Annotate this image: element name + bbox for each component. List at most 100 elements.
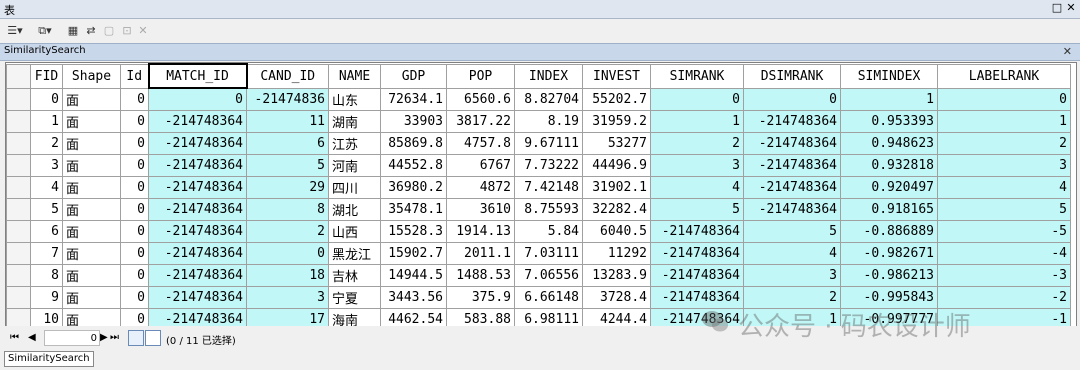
- row-selector[interactable]: [6, 220, 31, 243]
- table-cell[interactable]: 1: [650, 110, 744, 133]
- table-cell[interactable]: -214748364: [148, 264, 247, 287]
- table-cell[interactable]: -214748364: [650, 264, 744, 287]
- table-cell[interactable]: 面: [62, 110, 121, 133]
- table-cell[interactable]: -214748364: [743, 154, 841, 177]
- table-cell[interactable]: 4: [937, 176, 1071, 199]
- table-cell[interactable]: 2: [650, 132, 744, 155]
- table-cell[interactable]: 8.75593: [514, 198, 583, 221]
- row-selector[interactable]: [6, 87, 31, 111]
- table-cell[interactable]: 53277: [582, 132, 651, 155]
- table-cell[interactable]: -3: [937, 264, 1071, 287]
- table-cell[interactable]: 海南: [328, 308, 381, 326]
- table-cell[interactable]: 31959.2: [582, 110, 651, 133]
- table-cell[interactable]: 8.19: [514, 110, 583, 133]
- table-cell[interactable]: 5.84: [514, 220, 583, 243]
- row-selector[interactable]: [6, 242, 31, 265]
- table-cell[interactable]: 33903: [380, 110, 447, 133]
- table-cell[interactable]: 0: [743, 87, 841, 111]
- table-cell[interactable]: 7: [30, 242, 63, 265]
- table-cell[interactable]: 0: [148, 87, 247, 111]
- table-cell[interactable]: -214748364: [743, 132, 841, 155]
- table-cell[interactable]: 0: [120, 110, 149, 133]
- table-row[interactable]: 5 面 0 -214748364 8 湖北 35478.1 3610 8.75593 32282.…: [6, 198, 1071, 221]
- column-header[interactable]: SIMRANK: [650, 63, 744, 89]
- table-cell[interactable]: 0: [120, 176, 149, 199]
- column-header[interactable]: SIMINDEX: [840, 63, 938, 89]
- table-cell[interactable]: 5: [30, 198, 63, 221]
- table-cell[interactable]: 5: [743, 220, 841, 243]
- table-cell[interactable]: 583.88: [446, 308, 515, 326]
- table-cell[interactable]: -214748364: [650, 286, 744, 309]
- table-cell[interactable]: 河南: [328, 154, 381, 177]
- table-cell[interactable]: 1488.53: [446, 264, 515, 287]
- table-cell[interactable]: 0: [650, 87, 744, 111]
- table-cell[interactable]: 四川: [328, 176, 381, 199]
- column-header[interactable]: INVEST: [582, 63, 651, 89]
- table-cell[interactable]: 0.948623: [840, 132, 938, 155]
- table-cell[interactable]: 44552.8: [380, 154, 447, 177]
- table-row[interactable]: 4 面 0 -214748364 29 四川 36980.2 4872 7.42148 31902…: [6, 176, 1071, 199]
- table-cell[interactable]: -214748364: [743, 198, 841, 221]
- table-cell[interactable]: 0: [246, 242, 329, 265]
- table-row[interactable]: 6 面 0 -214748364 2 山西 15528.3 1914.13 5.84 6040.5…: [6, 220, 1071, 243]
- table-cell[interactable]: 0: [30, 87, 63, 111]
- table-cell[interactable]: 36980.2: [380, 176, 447, 199]
- table-cell[interactable]: 面: [62, 176, 121, 199]
- column-header[interactable]: DSIMRANK: [743, 63, 841, 89]
- column-header[interactable]: FID: [30, 63, 63, 89]
- table-cell[interactable]: 0.953393: [840, 110, 938, 133]
- table-cell[interactable]: 29: [246, 176, 329, 199]
- table-cell[interactable]: 7.06556: [514, 264, 583, 287]
- table-cell[interactable]: 85869.8: [380, 132, 447, 155]
- table-cell[interactable]: 17: [246, 308, 329, 326]
- close-tab-icon[interactable]: ✕: [1063, 45, 1072, 58]
- table-cell[interactable]: 宁夏: [328, 286, 381, 309]
- table-cell[interactable]: 6.98111: [514, 308, 583, 326]
- table-cell[interactable]: 14944.5: [380, 264, 447, 287]
- row-selector[interactable]: [6, 308, 31, 326]
- zoom-selected-icon[interactable]: ⊡: [120, 24, 134, 38]
- table-cell[interactable]: 0: [120, 198, 149, 221]
- table-cell[interactable]: 面: [62, 132, 121, 155]
- table-cell[interactable]: -214748364: [148, 110, 247, 133]
- table-cell[interactable]: 3610: [446, 198, 515, 221]
- table-row[interactable]: 8 面 0 -214748364 18 吉林 14944.5 1488.53 7.06556 13…: [6, 264, 1071, 287]
- table-cell[interactable]: -4: [937, 242, 1071, 265]
- table-row[interactable]: 7 面 0 -214748364 0 黑龙江 15902.7 2011.1 7.03111 112…: [6, 242, 1071, 265]
- table-cell[interactable]: 1914.13: [446, 220, 515, 243]
- related-tables-icon[interactable]: ⧉▾: [36, 24, 54, 38]
- table-cell[interactable]: 面: [62, 286, 121, 309]
- table-row[interactable]: 0 面 0 0 -21474836 山东 72634.1 6560.6 8.82704 55202…: [6, 87, 1071, 111]
- table-cell[interactable]: 面: [62, 242, 121, 265]
- row-selector[interactable]: [6, 264, 31, 287]
- table-cell[interactable]: 55202.7: [582, 87, 651, 111]
- table-cell[interactable]: 3: [937, 154, 1071, 177]
- table-cell[interactable]: 0: [120, 264, 149, 287]
- table-cell[interactable]: 6040.5: [582, 220, 651, 243]
- restore-icon[interactable]: □: [1050, 1, 1064, 15]
- table-cell[interactable]: -214748364: [148, 154, 247, 177]
- table-cell[interactable]: 7.42148: [514, 176, 583, 199]
- row-selector[interactable]: [6, 132, 31, 155]
- delete-selected-icon[interactable]: ✕: [136, 24, 150, 38]
- table-row[interactable]: 2 面 0 -214748364 6 江苏 85869.8 4757.8 9.67111 5327…: [6, 132, 1071, 155]
- table-cell[interactable]: 吉林: [328, 264, 381, 287]
- table-cell[interactable]: -214748364: [743, 110, 841, 133]
- close-icon[interactable]: ✕: [1064, 1, 1078, 15]
- table-cell[interactable]: 9: [30, 286, 63, 309]
- table-cell[interactable]: 黑龙江: [328, 242, 381, 265]
- column-header[interactable]: CAND_ID: [246, 63, 329, 89]
- table-cell[interactable]: 0: [120, 154, 149, 177]
- table-cell[interactable]: 3817.22: [446, 110, 515, 133]
- table-cell[interactable]: 0: [120, 308, 149, 326]
- table-cell[interactable]: -214748364: [650, 242, 744, 265]
- table-cell[interactable]: 5: [246, 154, 329, 177]
- table-cell[interactable]: -214748364: [148, 242, 247, 265]
- table-cell[interactable]: 35478.1: [380, 198, 447, 221]
- table-cell[interactable]: 山西: [328, 220, 381, 243]
- column-header[interactable]: POP: [446, 63, 515, 89]
- table-cell[interactable]: 面: [62, 87, 121, 111]
- table-cell[interactable]: 山东: [328, 87, 381, 111]
- table-cell[interactable]: 0: [120, 220, 149, 243]
- table-cell[interactable]: 15902.7: [380, 242, 447, 265]
